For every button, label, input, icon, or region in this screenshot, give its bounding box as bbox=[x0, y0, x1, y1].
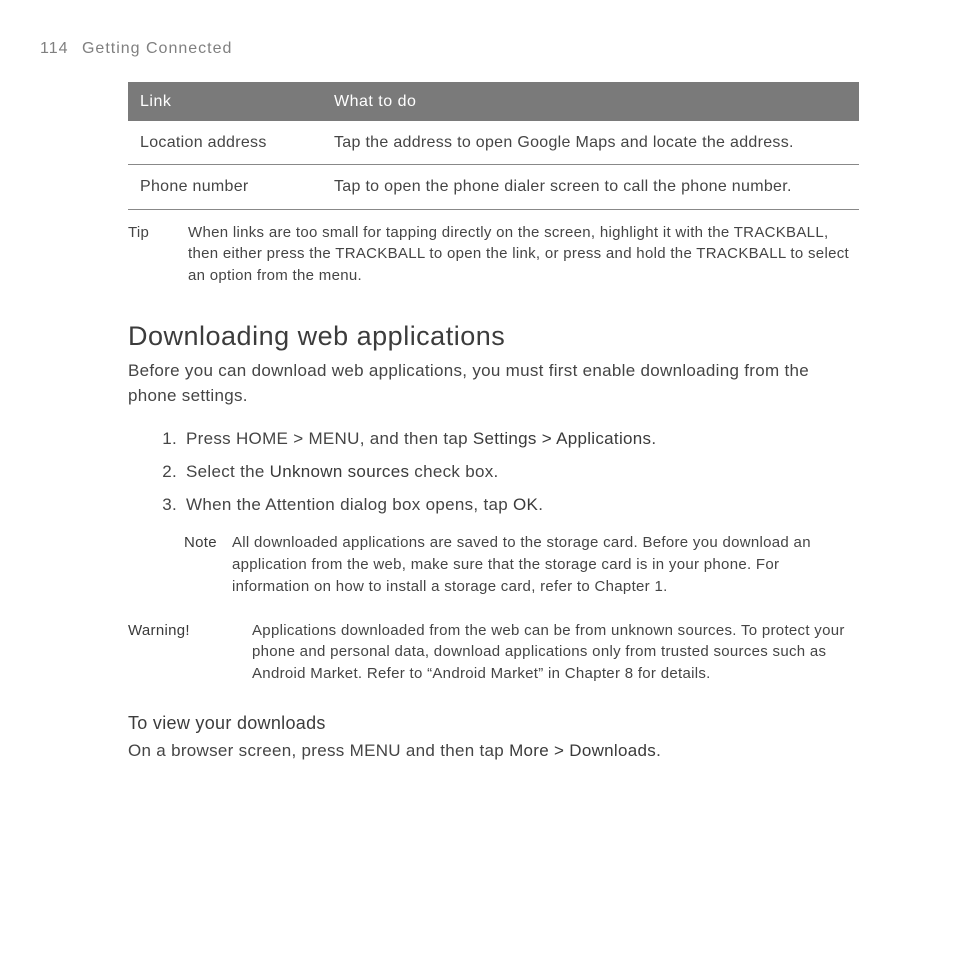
step-bold: Unknown sources bbox=[270, 462, 410, 481]
page-number: 114 bbox=[40, 40, 69, 57]
step-item: Select the Unknown sources check box. bbox=[182, 458, 859, 485]
tip-block: Tip When links are too small for tapping… bbox=[128, 222, 859, 287]
document-page: 114 Getting Connected Link What to do Lo… bbox=[0, 0, 954, 763]
warning-block: Warning! Applications downloaded from th… bbox=[128, 620, 859, 685]
subheading: To view your downloads bbox=[128, 713, 859, 734]
warning-text: Applications downloaded from the web can… bbox=[252, 620, 859, 685]
step-text: . bbox=[538, 495, 543, 514]
step-text: Select the bbox=[186, 462, 270, 481]
note-block: Note All downloaded applications are sav… bbox=[184, 532, 859, 597]
tip-text: When links are too small for tapping dir… bbox=[188, 222, 859, 287]
text-bold: More > Downloads bbox=[509, 741, 656, 760]
note-text: All downloaded applications are saved to… bbox=[232, 532, 859, 597]
tip-label: Tip bbox=[128, 222, 188, 287]
table-row: Phone number Tap to open the phone diale… bbox=[128, 165, 859, 209]
body-text: On a browser screen, press MENU and then… bbox=[128, 738, 859, 764]
page-header: 114 Getting Connected bbox=[40, 40, 859, 58]
table-header-action: What to do bbox=[322, 82, 859, 121]
text-part: . bbox=[656, 741, 661, 760]
table-header-row: Link What to do bbox=[128, 82, 859, 121]
cell-link-type: Location address bbox=[128, 121, 322, 165]
step-text: . bbox=[651, 429, 656, 448]
cell-action: Tap to open the phone dialer screen to c… bbox=[322, 165, 859, 209]
cell-link-type: Phone number bbox=[128, 165, 322, 209]
chapter-title: Getting Connected bbox=[82, 40, 232, 57]
steps-list: Press HOME > MENU, and then tap Settings… bbox=[128, 425, 859, 519]
note-label: Note bbox=[184, 532, 232, 597]
step-item: When the Attention dialog box opens, tap… bbox=[182, 491, 859, 518]
step-text: When the Attention dialog box opens, tap bbox=[186, 495, 513, 514]
table-header-link: Link bbox=[128, 82, 322, 121]
link-reference-table: Link What to do Location address Tap the… bbox=[128, 82, 859, 210]
step-bold: OK bbox=[513, 495, 538, 514]
warning-label: Warning! bbox=[128, 620, 252, 685]
step-text: Press HOME > MENU, and then tap bbox=[186, 429, 473, 448]
cell-action: Tap the address to open Google Maps and … bbox=[322, 121, 859, 165]
intro-paragraph: Before you can download web applications… bbox=[128, 358, 859, 409]
section-title: Downloading web applications bbox=[128, 321, 859, 352]
page-content: Link What to do Location address Tap the… bbox=[128, 82, 859, 763]
step-bold: Settings > Applications bbox=[473, 429, 651, 448]
step-text: check box. bbox=[409, 462, 498, 481]
text-part: On a browser screen, press MENU and then… bbox=[128, 741, 509, 760]
step-item: Press HOME > MENU, and then tap Settings… bbox=[182, 425, 859, 452]
table-row: Location address Tap the address to open… bbox=[128, 121, 859, 165]
